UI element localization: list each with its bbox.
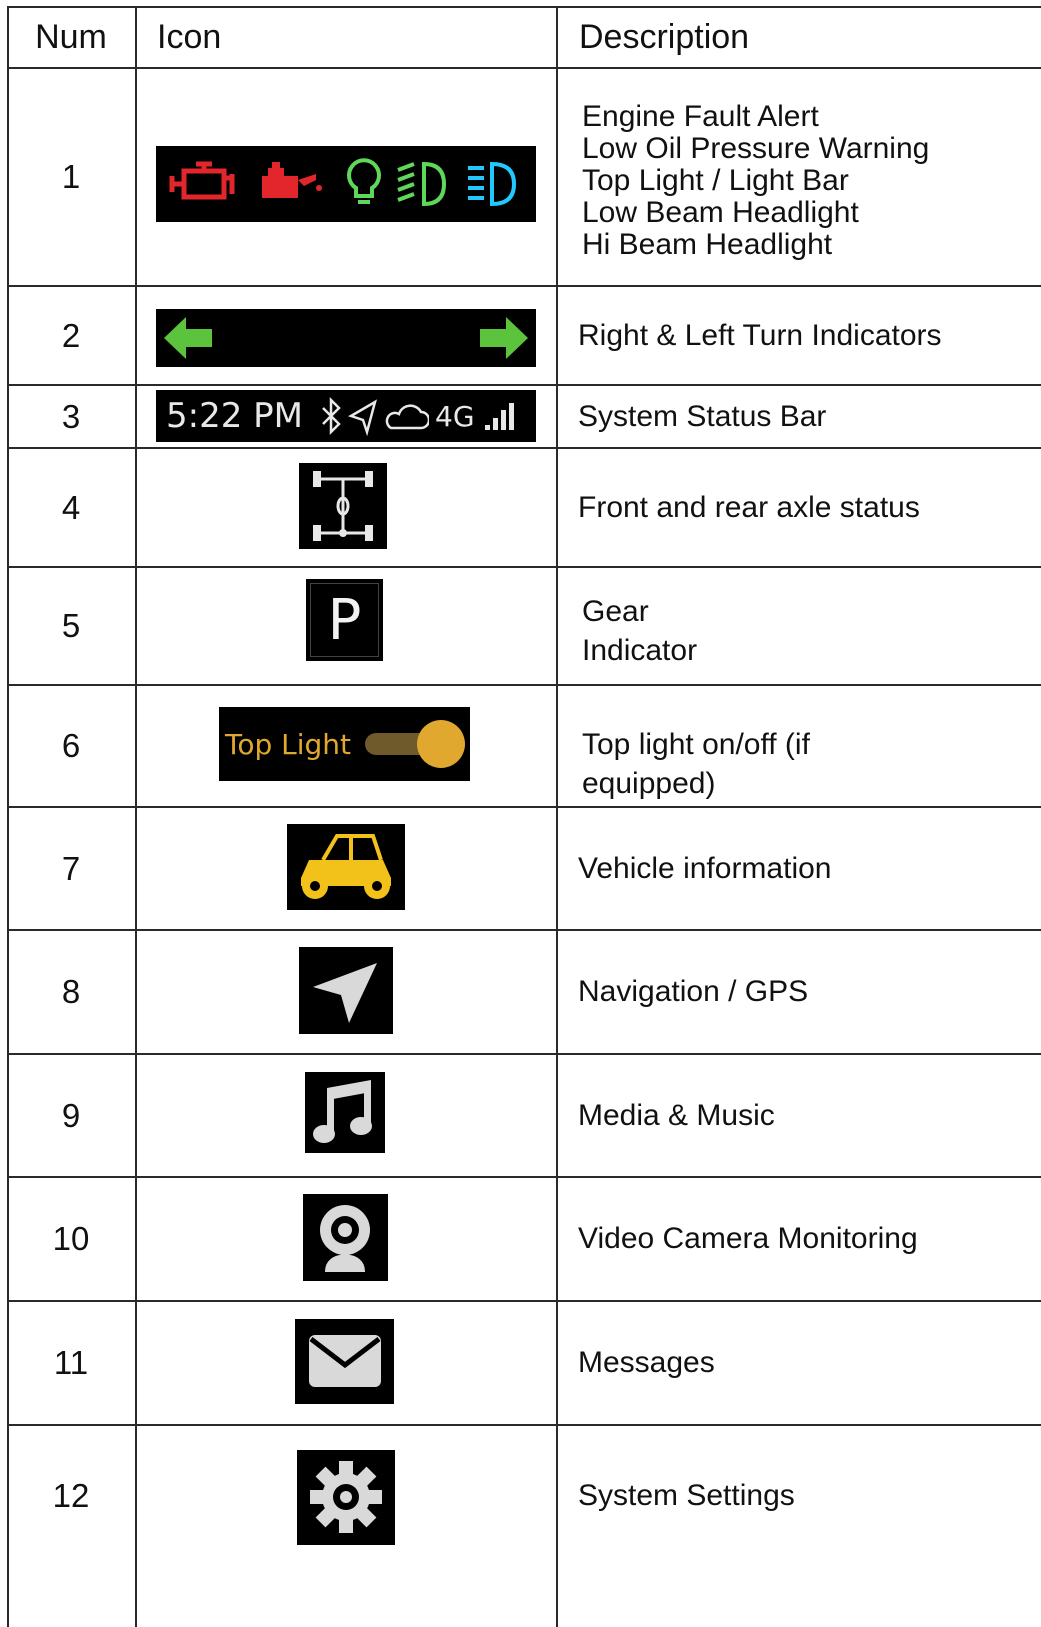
row-desc: Right & Left Turn Indicators: [578, 318, 942, 352]
gear-letter: P: [310, 583, 379, 657]
row-desc: Vehicle information: [578, 851, 832, 885]
turn-indicators-panel: [156, 309, 536, 367]
toggle-switch: [365, 720, 466, 768]
settings-tile: [297, 1450, 395, 1545]
gear-icon: [310, 1461, 382, 1533]
row-desc: Media & Music: [578, 1098, 775, 1132]
warning-lights-panel: [156, 146, 536, 222]
row-num: 9: [61, 1096, 81, 1134]
navigation-icon: [313, 963, 377, 1023]
row-num: 4: [61, 488, 81, 526]
top-light-icon: [347, 158, 381, 204]
row-desc: Gear Indicator: [582, 595, 698, 667]
row-num: 2: [61, 316, 81, 354]
row-num: 10: [52, 1220, 90, 1257]
engine-fault-icon: [169, 161, 235, 200]
row-num: 5: [61, 607, 81, 644]
location-icon: [347, 399, 377, 436]
network-type: 4G: [435, 399, 475, 433]
icon-reference-table: Num Icon Description 1 Engine Fault Aler…: [7, 6, 1041, 1627]
header-icon: Icon: [157, 18, 222, 56]
right-arrow-icon: [480, 317, 528, 359]
row-desc: System Status Bar: [578, 399, 827, 433]
header-description: Description: [579, 18, 750, 56]
toggle-label: Top Light: [225, 727, 352, 761]
row-desc: Top light on/off (if equipped): [582, 728, 810, 800]
axle-icon: [313, 471, 373, 541]
left-arrow-icon: [164, 317, 212, 359]
status-bar-panel: 5:22 PM 4G: [156, 390, 536, 442]
header-num: Num: [35, 18, 107, 56]
row-num: 3: [61, 397, 81, 435]
gear-indicator-tile: P: [306, 579, 383, 661]
bluetooth-icon: [322, 396, 341, 436]
low-beam-icon: [397, 161, 447, 207]
cloud-icon: [385, 404, 429, 430]
media-tile: [305, 1072, 385, 1153]
top-light-toggle[interactable]: Top Light: [219, 707, 470, 781]
row-desc: Front and rear axle status: [578, 490, 920, 524]
camera-icon: [320, 1205, 370, 1272]
row-desc: Video Camera Monitoring: [578, 1222, 918, 1255]
hi-beam-icon: [468, 161, 517, 207]
row-num: 1: [61, 158, 81, 195]
row-desc: Messages: [578, 1346, 715, 1379]
music-icon: [313, 1080, 372, 1143]
signal-icon: [484, 403, 514, 430]
row-desc: System Settings: [578, 1479, 795, 1512]
row-num: 8: [61, 973, 81, 1010]
row-desc: Navigation / GPS: [578, 975, 809, 1008]
navigation-tile: [299, 947, 393, 1034]
row-num: 6: [61, 727, 81, 764]
row-num: 7: [61, 849, 81, 887]
axle-status-tile: [299, 463, 387, 549]
oil-pressure-icon: [262, 162, 322, 198]
vehicle-info-tile: [287, 824, 405, 910]
row-desc: Engine Fault Alert Low Oil Pressure Warn…: [582, 100, 930, 261]
camera-tile: [303, 1194, 388, 1281]
status-time: 5:22 PM: [166, 396, 303, 436]
row-num: 12: [52, 1477, 90, 1514]
envelope-icon: [309, 1335, 381, 1387]
row-num: 11: [53, 1344, 89, 1381]
utv-icon: [301, 834, 391, 899]
messages-tile: [295, 1319, 394, 1404]
